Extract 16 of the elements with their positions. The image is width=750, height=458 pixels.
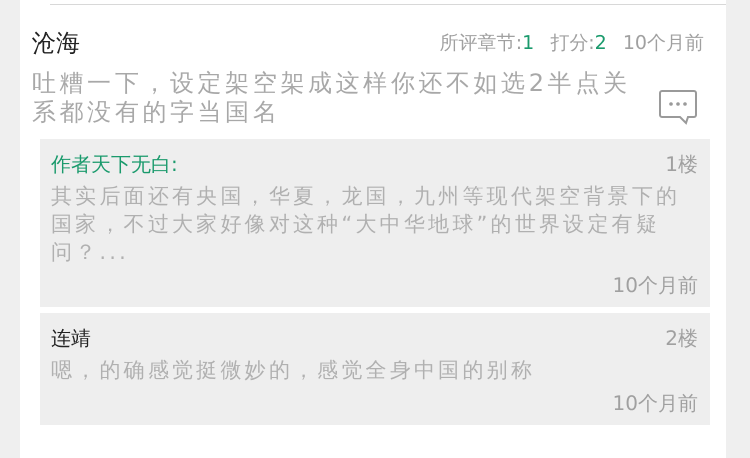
user-name: 沧海 — [32, 28, 80, 59]
reply-author: 作者天下无白: — [51, 151, 178, 178]
chapter-label: 所评章节: — [440, 32, 522, 54]
score-value: 2 — [594, 32, 607, 54]
floor-number: 2楼 — [665, 325, 698, 352]
reply-time: 10个月前 — [612, 272, 698, 299]
reply-time: 10个月前 — [612, 390, 698, 417]
comment-text: 吐糟一下，设定架空架成这样你还不如选2半点关系都没有的字当国名 — [32, 69, 632, 127]
reply-author: 连靖 — [51, 325, 91, 352]
floor-number: 1楼 — [665, 151, 698, 178]
comment-time: 10个月前 — [622, 32, 704, 54]
reply-text: 嗯，的确感觉挺微妙的，感觉全身中国的别称 — [51, 357, 536, 384]
comment-icon[interactable] — [658, 89, 698, 125]
chapter-number: 1 — [522, 32, 534, 54]
reply-text: 其实后面还有央国，华夏，龙国，九州等现代架空背景下的国家，不过大家好像对这种“大中华地球”的世界设定有疑问？... — [51, 183, 682, 266]
score-label: 打分: — [550, 32, 595, 54]
